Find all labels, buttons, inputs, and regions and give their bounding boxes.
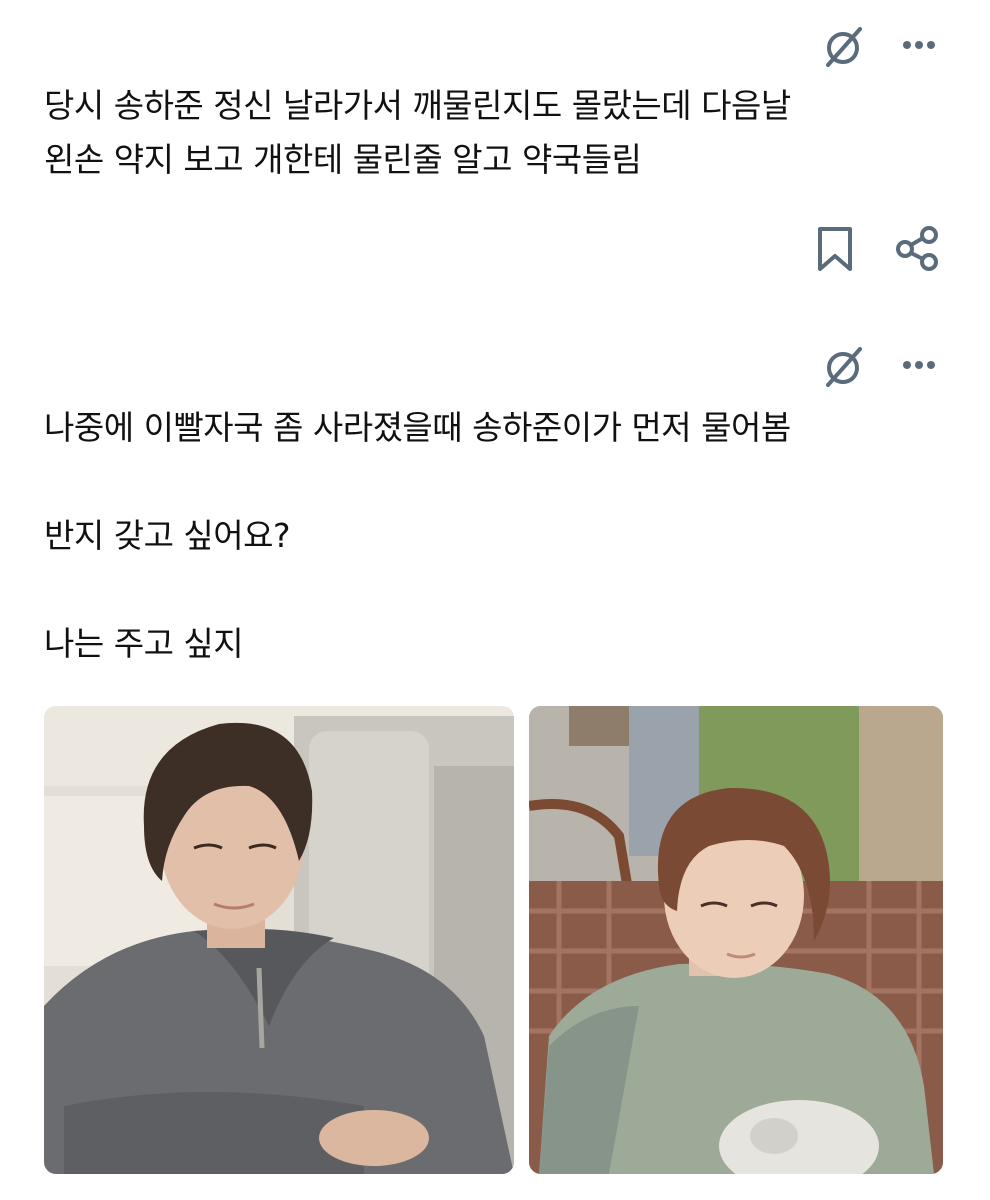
more-options-icon[interactable]	[898, 354, 940, 376]
post-1-line-2: 왼손 약지 보고 개한테 물린줄 알고 약국들림	[44, 140, 642, 179]
more-options-icon[interactable]	[898, 34, 940, 56]
post-1-line-1: 당시 송하준 정신 날라가서 깨물린지도 몰랐는데 다음날	[44, 86, 791, 125]
photo-2[interactable]	[529, 706, 943, 1174]
bookmark-icon[interactable]	[812, 224, 858, 276]
translate-toggle-icon[interactable]	[822, 344, 868, 390]
photo-2-illustration	[529, 706, 943, 1174]
post-2-line-2: 반지 갖고 싶어요?	[44, 516, 291, 555]
photo-1-illustration	[44, 706, 514, 1174]
post-2-line-1: 나중에 이빨자국 좀 사라졌을때 송하준이가 먼저 물어봄	[44, 408, 791, 447]
translate-toggle-icon[interactable]	[822, 24, 868, 70]
post-2-line-3: 나는 주고 싶지	[44, 624, 244, 663]
share-icon[interactable]	[892, 222, 944, 274]
photo-1[interactable]	[44, 706, 514, 1174]
